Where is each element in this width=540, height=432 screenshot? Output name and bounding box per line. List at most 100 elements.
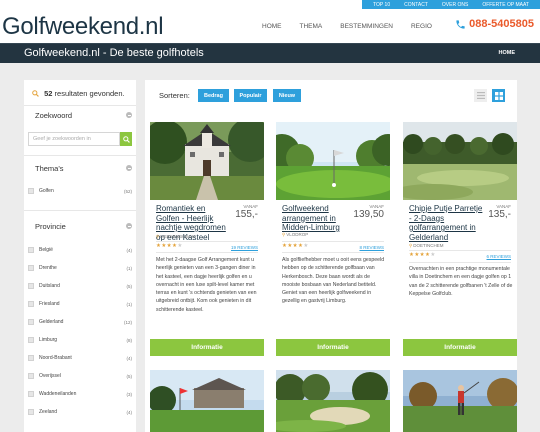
result-card: Golfweekend arrangement in Midden-Limbur… xyxy=(276,122,390,342)
keyword-search-button[interactable] xyxy=(120,132,132,146)
phone-contact[interactable]: 088-5405805 xyxy=(455,18,534,30)
nav-bestemmingen[interactable]: BESTEMMINGEN xyxy=(340,23,393,30)
result-card-photo[interactable] xyxy=(403,370,517,432)
forest-golf-image xyxy=(403,122,517,200)
checkbox[interactable] xyxy=(28,188,34,194)
filter-provincie-duitsland[interactable]: Duitsland (5) xyxy=(28,280,132,292)
utility-link-contact[interactable]: CONTACT xyxy=(397,2,435,8)
sort-bar: Sorteren: Bedrag Populair Nieuw xyxy=(145,80,517,110)
sort-populair-button[interactable]: Populair xyxy=(234,89,267,102)
filter-provincie-waddeneilanden[interactable]: Waddeneilanden (3) xyxy=(28,388,132,400)
filter-count: (52) xyxy=(123,188,132,194)
card-title[interactable]: Chipje Putje Parretje - 2-Daags golfarra… xyxy=(409,204,483,242)
phone-number[interactable]: 088-5405805 xyxy=(469,18,534,30)
list-view-icon xyxy=(476,92,485,99)
filter-provincie-overijssel[interactable]: Overijssel (5) xyxy=(28,370,132,382)
filter-count: (5) xyxy=(126,283,133,289)
info-button[interactable]: Informatie xyxy=(403,339,517,356)
reviews-link[interactable]: 6 REVIEWS xyxy=(486,254,511,259)
section-themas[interactable]: Thema's xyxy=(24,162,136,174)
main-nav: HOME THEMA BESTEMMINGEN REGIO xyxy=(262,23,432,30)
phone-icon xyxy=(456,19,465,29)
location-pin-icon: ⚲ xyxy=(156,234,160,239)
info-button[interactable]: Informatie xyxy=(276,339,390,356)
checkbox[interactable] xyxy=(28,391,34,397)
divider xyxy=(156,241,258,242)
card-price: 139,50 xyxy=(353,209,384,220)
filter-count: (3) xyxy=(126,391,133,397)
filter-label: Zeeland xyxy=(39,409,58,415)
grid-view-button[interactable] xyxy=(492,89,505,102)
card-description: Met het 2-daagse Golf Arrangement kunt u… xyxy=(156,257,257,313)
nav-regio[interactable]: REGIO xyxy=(411,23,432,30)
golf-course-image xyxy=(276,122,390,200)
nav-home[interactable]: HOME xyxy=(262,23,282,30)
filter-count: (1) xyxy=(126,301,133,307)
clubhouse-image xyxy=(150,370,264,432)
sort-bedrag-button[interactable]: Bedrag xyxy=(198,89,229,102)
breadcrumb-home[interactable]: HOME xyxy=(499,50,516,56)
top-utility-bar: TOP 10 CONTACT OVER ONS OFFERTE OP MAAT xyxy=(0,0,540,9)
checkbox[interactable] xyxy=(28,355,34,361)
utility-link-over-ons[interactable]: OVER ONS xyxy=(435,2,475,8)
keyword-search-input[interactable]: Geef je zoekwoorden in xyxy=(28,132,120,146)
location-pin-icon: ⚲ xyxy=(409,243,413,248)
list-view-button[interactable] xyxy=(474,89,487,102)
filter-provincie-friesland[interactable]: Friesland (1) xyxy=(28,298,132,310)
section-title-zoekwoord: Zoekwoord xyxy=(35,110,73,120)
filter-label: Duitsland xyxy=(39,283,60,289)
result-card: Romantiek en Golfen - Heerlijk nachtje w… xyxy=(150,122,264,342)
location-pin-icon: ⚲ xyxy=(282,232,286,237)
results-text: resultaten gevonden. xyxy=(54,89,125,98)
golf-course-photo[interactable] xyxy=(276,122,390,200)
section-provincie[interactable]: Provincie xyxy=(24,220,136,232)
filter-count: (12) xyxy=(123,319,132,325)
sort-label: Sorteren: xyxy=(159,91,190,100)
filter-provincie-zeeland[interactable]: Zeeland (4) xyxy=(28,406,132,418)
filter-provincie-drenthe[interactable]: Drenthe (1) xyxy=(28,262,132,274)
search-icon xyxy=(122,135,130,143)
checkbox[interactable] xyxy=(28,409,34,415)
collapse-icon[interactable] xyxy=(126,223,132,229)
filter-provincie-gelderland[interactable]: Gelderland (12) xyxy=(28,316,132,328)
checkbox[interactable] xyxy=(28,265,34,271)
checkbox[interactable] xyxy=(28,373,34,379)
result-card-photo[interactable] xyxy=(150,370,264,432)
filter-count: (8) xyxy=(126,337,133,343)
collapse-icon[interactable] xyxy=(126,112,132,118)
reviews-link[interactable]: 19 REVIEWS xyxy=(231,245,258,250)
checkbox[interactable] xyxy=(28,247,34,253)
utility-links: TOP 10 CONTACT OVER ONS OFFERTE OP MAAT xyxy=(362,0,540,9)
filter-provincie-noord-brabant[interactable]: Noord-Brabant (4) xyxy=(28,352,132,364)
card-price: 135,- xyxy=(488,209,511,220)
collapse-icon[interactable] xyxy=(126,165,132,171)
filter-label: Gelderland xyxy=(39,319,64,325)
result-card-photo[interactable] xyxy=(276,370,390,432)
result-card: Chipje Putje Parretje - 2-Daags golfarra… xyxy=(403,122,517,342)
utility-link-top10[interactable]: TOP 10 xyxy=(366,2,397,8)
forest-golf-photo[interactable] xyxy=(403,122,517,200)
checkbox[interactable] xyxy=(28,337,34,343)
sort-nieuw-button[interactable]: Nieuw xyxy=(273,89,301,102)
divider xyxy=(24,105,136,106)
checkbox[interactable] xyxy=(28,301,34,307)
filter-thema-golfen[interactable]: Golfen (52) xyxy=(28,185,132,197)
card-title[interactable]: Golfweekend arrangement in Midden-Limbur… xyxy=(282,204,356,233)
filter-count: (4) xyxy=(126,409,133,415)
filter-sidebar: 52 resultaten gevonden. Zoekwoord Geef j… xyxy=(24,80,136,432)
checkbox[interactable] xyxy=(28,283,34,289)
results-summary: 52 resultaten gevonden. xyxy=(32,89,125,98)
reviews-link[interactable]: 8 REVIEWS xyxy=(359,245,384,250)
checkbox[interactable] xyxy=(28,319,34,325)
section-zoekwoord[interactable]: Zoekwoord xyxy=(24,109,136,121)
nav-thema[interactable]: THEMA xyxy=(300,23,323,30)
card-location: ⚲VLODROP xyxy=(282,232,382,238)
filter-provincie-limburg[interactable]: Limburg (8) xyxy=(28,334,132,346)
filter-provincie-belgie[interactable]: België (4) xyxy=(28,244,132,256)
site-logo[interactable]: Golfweekend.nl xyxy=(2,13,164,41)
castle-photo[interactable] xyxy=(150,122,264,200)
utility-link-offerte[interactable]: OFFERTE OP MAAT xyxy=(475,2,536,8)
filter-label: Drenthe xyxy=(39,265,57,271)
info-button[interactable]: Informatie xyxy=(150,339,264,356)
fairway-image xyxy=(276,370,390,432)
